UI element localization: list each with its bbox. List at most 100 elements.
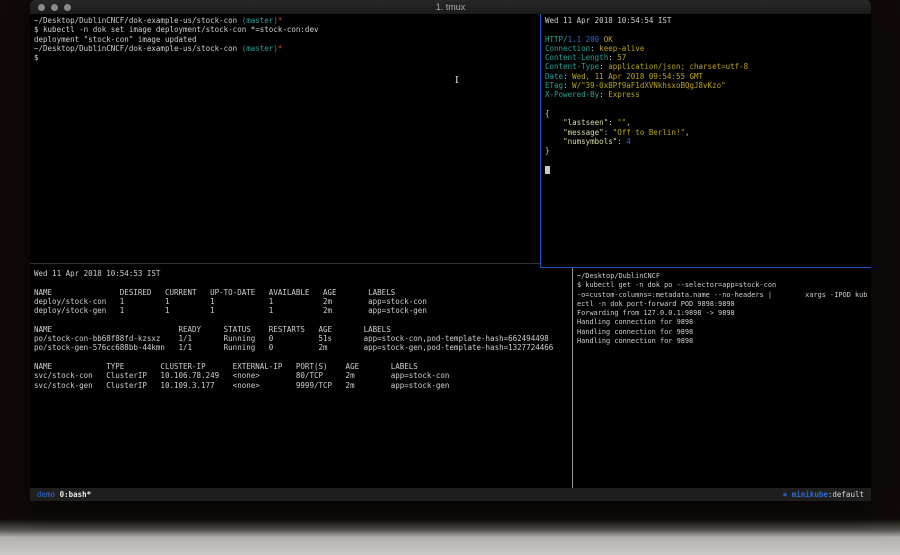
terminal-line: X-Powered-By: Express [545,90,869,99]
terminal-line: deploy/stock-gen 1 1 1 1 2m app=stock-ge… [34,306,570,315]
pane-shell-top-left[interactable]: ~/Desktop/DublinCNCF/dok-example-us/stoc… [34,16,538,262]
terminal-line: ETag: W/"39-0xBPf9aF1dXVNkhsxoBQgJ8vKzo" [545,81,869,90]
text-segment: 1.1 200 [568,35,600,44]
text-segment: Express [608,90,640,99]
text-segment: "Off to Berlin!" [613,128,685,137]
kube-context: minikube [792,490,828,499]
pane-port-forward-bottom-right[interactable]: ~/Desktop/DublinCNCF$ kubectl get -n dok… [577,272,869,486]
text-segment: ectl -n dok port-forward POD 9898:9898 [577,300,735,308]
text-segment: $ kubectl -n dok set image deployment/st… [34,25,318,34]
kubernetes-icon: ⎈ [783,490,792,499]
terminal-line: HTTP/1.1 200 OK [545,35,869,44]
terminal-line: po/stock-gen-576cc688bb-44kmn 1/1 Runnin… [34,343,570,352]
text-segment: Connection [545,44,590,53]
window-item-bash[interactable]: 0:bash* [60,490,92,499]
text-segment: (master) [242,16,278,25]
terminal-line: Content-Type: application/json; charset=… [545,62,869,71]
terminal-line [545,155,869,164]
terminal-line: ~/Desktop/DublinCNCF [577,272,869,281]
text-segment: $ kubectl get -n dok po --selector=app=s… [577,281,776,289]
pane-divider-horizontal-right[interactable] [540,267,871,268]
text-segment: Wed 11 Apr 2018 10:54:54 IST [545,16,671,25]
text-segment: HTTP/ [545,35,568,44]
text-segment: * [278,16,283,25]
text-segment: "lastseen" [563,118,608,127]
text-segment: : [617,137,626,146]
text-segment: 57 [617,53,626,62]
text-segment: ~/Desktop/DublinCNCF/dok-example-us/stoc… [34,16,242,25]
status-right: ⎈ minikube:default [783,488,864,501]
text-segment: ~/Desktop/DublinCNCF [577,272,660,280]
tmux-content: ~/Desktop/DublinCNCF/dok-example-us/stoc… [30,14,871,488]
terminal-line: deploy/stock-con 1 1 1 1 2m app=stock-co… [34,297,570,306]
terminal-line: NAME DESIRED CURRENT UP-TO-DATE AVAILABL… [34,288,570,297]
terminal-line: "message": "Off to Berlin!", [545,128,869,137]
text-segment: svc/stock-con ClusterIP 10.106.78.249 <n… [34,371,449,380]
text-segment: Content-Type [545,62,599,71]
text-segment: svc/stock-gen ClusterIP 10.109.3.177 <no… [34,381,449,390]
terminal-window: 1. tmux ~/Desktop/DublinCNCF/dok-example… [30,0,871,501]
terminal-line [34,278,570,287]
text-segment: Wed, 11 Apr 2018 09:54:55 GMT [572,72,703,81]
pane-divider-horizontal-left[interactable] [30,263,540,264]
text-segment: : [563,72,572,81]
text-segment: { [545,109,550,118]
terminal-line: ~/Desktop/DublinCNCF/dok-example-us/stoc… [34,16,538,25]
text-segment: Handling connection for 9898 [577,328,693,336]
text-select-mouse-cursor: I [455,76,459,86]
terminal-line: $ kubectl -n dok set image deployment/st… [34,25,538,34]
text-segment: OK [599,35,613,44]
terminal-line: Handling connection for 9898 [577,328,869,337]
text-segment: "numsymbols" [563,137,617,146]
text-segment: : [608,53,617,62]
terminal-line: "numsymbols": 4 [545,137,869,146]
text-segment: : [563,81,572,90]
text-segment: * [278,44,283,53]
text-segment: $ [34,53,39,62]
terminal-line [545,100,869,109]
text-segment: ~/Desktop/DublinCNCF/dok-example-us/stoc… [34,44,242,53]
terminal-line [34,353,570,362]
text-segment: Date [545,72,563,81]
terminal-line: Wed 11 Apr 2018 10:54:53 IST [34,269,570,278]
terminal-line [34,315,570,324]
text-segment: application/json; charset=utf-8 [608,62,748,71]
zoom-button[interactable] [64,4,71,11]
text-segment: "" [617,118,626,127]
title-bar[interactable]: 1. tmux [30,0,871,14]
text-segment: W/"39-0xBPf9aF1dXVNkhsxoBQgJ8vKzo" [572,81,726,90]
text-segment: -o=custom-columns=:metadata.name --no-he… [577,291,867,299]
terminal-line: "lastseen": "", [545,118,869,127]
terminal-line [545,165,869,174]
terminal-line: Connection: keep-alive [545,44,869,53]
terminal-line: Date: Wed, 11 Apr 2018 09:54:55 GMT [545,72,869,81]
text-segment: 4 [626,137,631,146]
terminal-line: } [545,146,869,155]
terminal-line: Content-Length: 57 [545,53,869,62]
text-segment: po/stock-gen-576cc688bb-44kmn 1/1 Runnin… [34,343,553,352]
close-button[interactable] [38,4,45,11]
text-segment: : [608,118,617,127]
terminal-line: { [545,109,869,118]
text-segment: , [626,118,631,127]
text-segment: Handling connection for 9898 [577,337,693,345]
pane-http-response-top-right[interactable]: Wed 11 Apr 2018 10:54:54 IST HTTP/1.1 20… [545,16,869,266]
text-segment: Forwarding from 127.0.0.1:9898 -> 9898 [577,309,735,317]
terminal-line: Handling connection for 9898 [577,337,869,346]
minimize-button[interactable] [51,4,58,11]
terminal-line: deployment "stock-con" image updated [34,35,538,44]
text-segment [545,128,563,137]
text-segment: Wed 11 Apr 2018 10:54:53 IST [34,269,160,278]
text-segment: keep-alive [599,44,644,53]
text-segment: : [599,62,608,71]
pane-divider-vertical-top[interactable] [540,14,541,267]
terminal-line: $ [34,53,538,62]
text-segment: deploy/stock-gen 1 1 1 1 2m app=stock-ge… [34,306,427,315]
text-segment: deploy/stock-con 1 1 1 1 2m app=stock-co… [34,297,427,306]
pane-divider-vertical-bottom[interactable] [572,268,573,488]
terminal-line: NAME READY STATUS RESTARTS AGE LABELS [34,325,570,334]
status-left: demo 0:bash* [37,488,91,501]
text-segment: po/stock-con-bb68f88fd-kzsxz 1/1 Running… [34,334,549,343]
pane-kubectl-watch-bottom-left[interactable]: Wed 11 Apr 2018 10:54:53 IST NAME DESIRE… [34,269,570,487]
text-segment: (master) [242,44,278,53]
